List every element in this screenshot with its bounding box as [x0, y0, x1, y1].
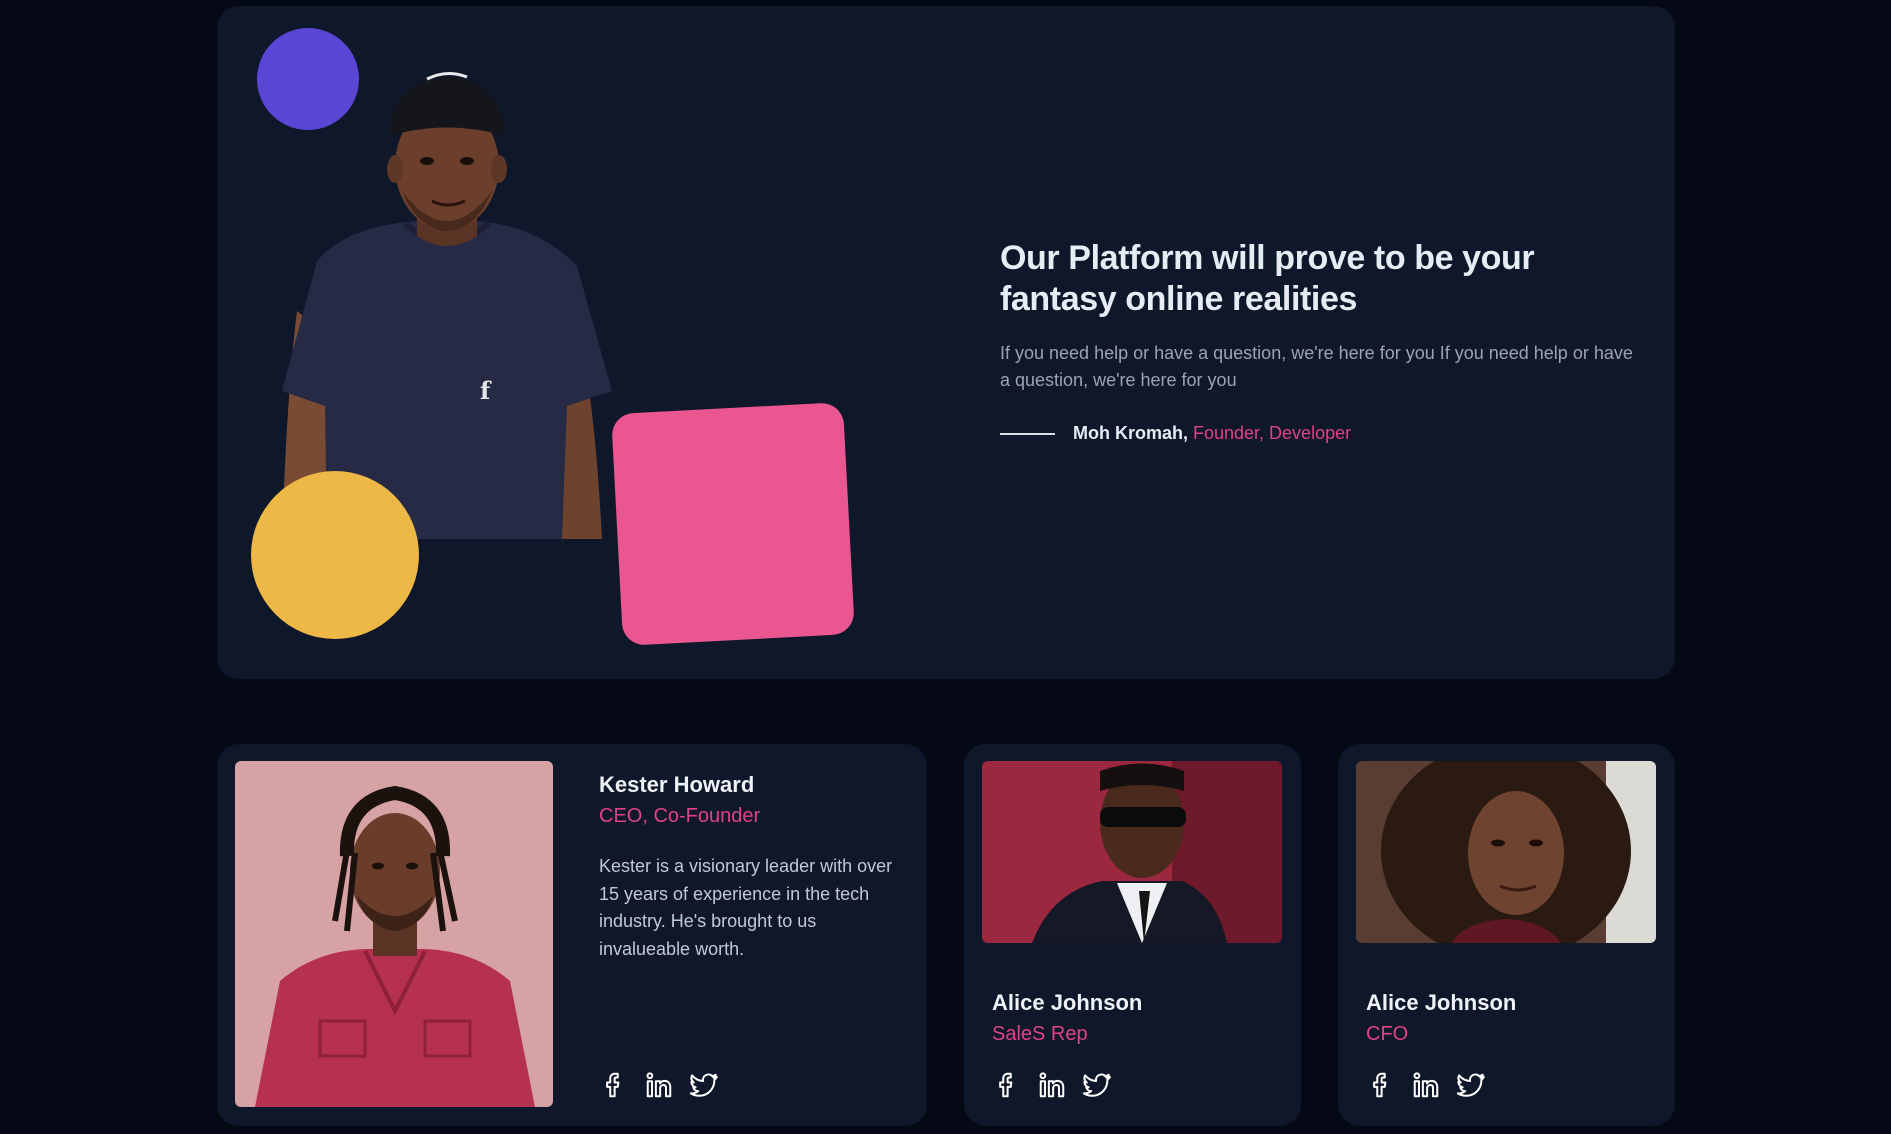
team-member-bio: Kester is a visionary leader with over 1… — [599, 856, 893, 959]
hero-section: f Our Platform will prove to be your fan… — [217, 6, 1675, 679]
linkedin-icon[interactable] — [644, 1070, 674, 1100]
linkedin-icon[interactable] — [1037, 1070, 1067, 1100]
twitter-icon[interactable] — [1456, 1070, 1486, 1100]
team-member-role: CEO, Co-Founder — [599, 805, 761, 827]
author-name: Moh Kromah, — [1073, 423, 1188, 443]
team-member-role: CFO — [1366, 1023, 1409, 1045]
facebook-icon[interactable] — [1366, 1070, 1396, 1100]
founder-photo: f — [282, 72, 612, 539]
team-member-name: Kester Howard — [599, 772, 755, 797]
linkedin-icon[interactable] — [1411, 1070, 1441, 1100]
team-member-photo — [235, 761, 553, 1107]
facebook-icon[interactable] — [992, 1070, 1022, 1100]
social-links — [599, 1070, 719, 1100]
team-member-photo — [1356, 761, 1656, 943]
team-member-name: Alice Johnson — [1366, 990, 1517, 1015]
team-card-alice-johnson-sales: Alice Johnson SaleS Rep — [964, 744, 1301, 1126]
hero-description: If you need help or have a question, we'… — [1000, 343, 1633, 390]
author-divider — [1000, 432, 1055, 435]
hero-author: Moh Kromah, Founder, Developer — [1000, 423, 1640, 444]
team-member-name: Alice Johnson — [992, 990, 1143, 1015]
facebook-icon[interactable] — [599, 1070, 629, 1100]
decorative-square-pink — [611, 402, 855, 646]
team-member-role: SaleS Rep — [992, 1023, 1088, 1045]
social-links — [1366, 1070, 1486, 1100]
team-card-alice-johnson-cfo: Alice Johnson CFO — [1338, 744, 1675, 1126]
team-card-kester-howard: Kester Howard CEO, Co-Founder Kester is … — [217, 744, 927, 1126]
hero-title: Our Platform will prove to be your fanta… — [1000, 239, 1535, 318]
twitter-icon[interactable] — [1082, 1070, 1112, 1100]
social-links — [992, 1070, 1112, 1100]
twitter-icon[interactable] — [689, 1070, 719, 1100]
team-member-photo — [982, 761, 1282, 943]
author-role: Founder, Developer — [1193, 423, 1352, 443]
decorative-circle-yellow — [251, 471, 419, 639]
svg-text:f: f — [480, 376, 492, 405]
hero-content: Our Platform will prove to be your fanta… — [1000, 238, 1640, 444]
